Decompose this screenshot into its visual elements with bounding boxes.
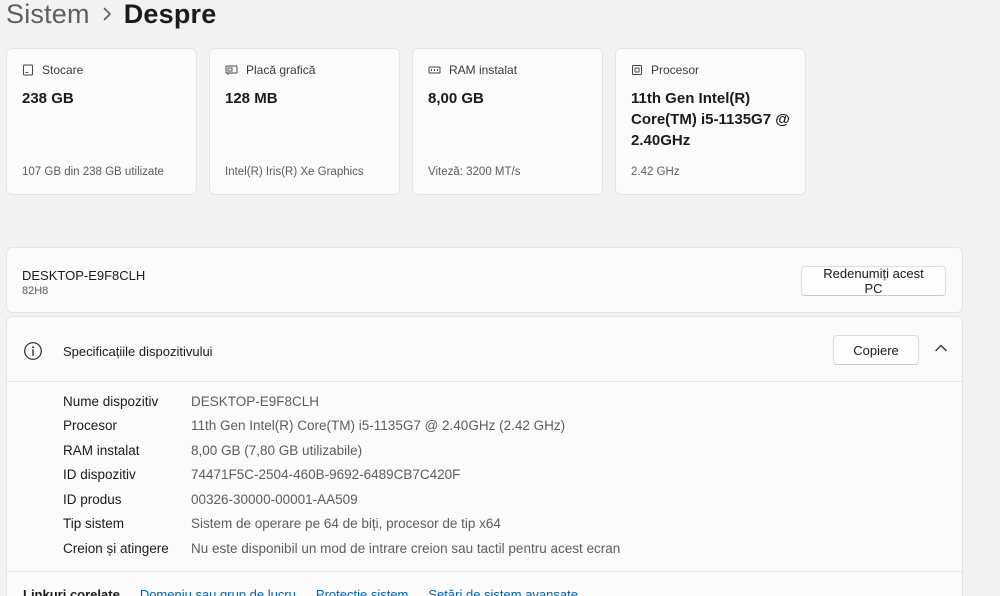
breadcrumb-parent[interactable]: Sistem [6, 0, 90, 30]
spec-value: Sistem de operare pe 64 de biți, proceso… [191, 515, 501, 531]
page-title: Despre [123, 0, 217, 29]
related-link-advanced-settings[interactable]: Setări de sistem avansate [428, 587, 578, 596]
spec-row: Procesor 11th Gen Intel(R) Core(TM) i5-1… [63, 415, 565, 435]
divider [7, 571, 962, 572]
spec-label: Creion și atingere [63, 540, 169, 556]
processor-speed: 2.42 GHz [631, 166, 680, 178]
device-model: 82H8 [22, 285, 49, 297]
storage-value: 238 GB [22, 90, 74, 107]
gpu-value: 128 MB [225, 90, 278, 107]
specs-header[interactable]: Specificațiile dispozitivului Copiere [7, 317, 962, 382]
processor-icon [631, 64, 643, 76]
gpu-name: Intel(R) Iris(R) Xe Graphics [225, 166, 364, 178]
related-link-system-protection[interactable]: Protecție sistem [316, 587, 408, 596]
breadcrumb: Sistem Despre [6, 0, 216, 34]
spec-value: 8,00 GB (7,80 GB utilizabile) [191, 442, 363, 458]
processor-value: 11th Gen Intel(R) Core(TM) i5-1135G7 @ 2… [631, 90, 790, 149]
chevron-up-icon[interactable] [934, 341, 948, 360]
specs-title: Specificațiile dispozitivului [63, 344, 213, 359]
device-name: DESKTOP-E9F8CLH [22, 268, 146, 283]
gpu-card: Placă grafică 128 MB Intel(R) Iris(R) Xe… [209, 48, 400, 195]
rename-pc-button[interactable]: Redenumiți acest PC [801, 266, 946, 296]
spec-value: Nu este disponibil un mod de intrare cre… [191, 540, 621, 556]
ram-speed: Viteză: 3200 MT/s [428, 166, 521, 178]
spec-row: Nume dispozitiv DESKTOP-E9F8CLH [63, 391, 319, 411]
storage-icon [22, 64, 34, 76]
spec-label: Tip sistem [63, 515, 125, 531]
device-specs-panel: Specificațiile dispozitivului Copiere Nu… [6, 316, 963, 596]
ram-card: RAM instalat 8,00 GB Viteză: 3200 MT/s [412, 48, 603, 195]
device-name-panel: DESKTOP-E9F8CLH 82H8 Redenumiți acest PC [6, 247, 963, 313]
copy-button[interactable]: Copiere [833, 335, 919, 365]
gpu-icon [225, 64, 238, 76]
about-page: Sistem Despre Stocare 238 GB 107 GB din … [0, 0, 1000, 596]
storage-card: Stocare 238 GB 107 GB din 238 GB utiliza… [6, 48, 197, 195]
spec-label: ID produs [63, 491, 122, 507]
spec-label: Nume dispozitiv [63, 393, 159, 409]
spec-value: 74471F5C-2504-460B-9692-6489CB7C420F [191, 466, 461, 482]
processor-card: Procesor 11th Gen Intel(R) Core(TM) i5-1… [615, 48, 806, 195]
spec-label: ID dispozitiv [63, 466, 136, 482]
related-links-label: Linkuri corelate [23, 587, 120, 596]
spec-value: 11th Gen Intel(R) Core(TM) i5-1135G7 @ 2… [191, 417, 566, 433]
spec-row: ID produs 00326-30000-00001-AA509 [63, 489, 358, 509]
gpu-label: Placă grafică [246, 63, 316, 77]
storage-label: Stocare [42, 63, 84, 77]
ram-value: 8,00 GB [428, 90, 484, 107]
related-links: Linkuri corelate Domeniu sau grup de luc… [23, 587, 578, 596]
spec-row: Tip sistem Sistem de operare pe 64 de bi… [63, 513, 501, 533]
spec-label: RAM instalat [63, 442, 140, 458]
spec-value: DESKTOP-E9F8CLH [191, 393, 320, 409]
spec-row: Creion și atingere Nu este disponibil un… [63, 538, 620, 558]
spec-row: ID dispozitiv 74471F5C-2504-460B-9692-64… [63, 464, 460, 484]
ram-label: RAM instalat [449, 63, 518, 77]
spec-label: Procesor [63, 417, 118, 433]
spec-row: RAM instalat 8,00 GB (7,80 GB utilizabil… [63, 440, 362, 460]
processor-label: Procesor [651, 63, 700, 77]
spec-value: 00326-30000-00001-AA509 [191, 491, 358, 507]
info-icon [23, 341, 43, 366]
storage-usage: 107 GB din 238 GB utilizate [22, 166, 164, 178]
related-link-domain[interactable]: Domeniu sau grup de lucru [140, 587, 296, 596]
chevron-right-icon [90, 7, 124, 21]
ram-icon [428, 64, 441, 76]
